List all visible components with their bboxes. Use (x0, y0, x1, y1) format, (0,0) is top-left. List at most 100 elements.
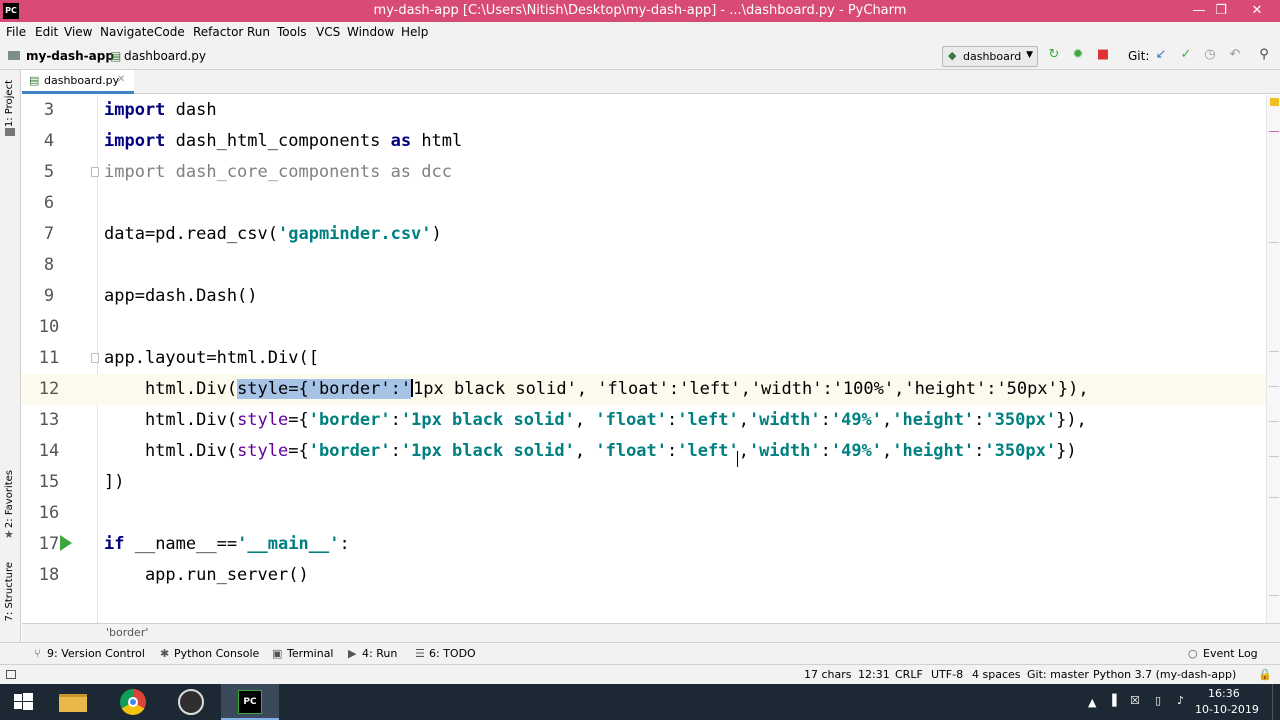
stripe-marker[interactable] (1269, 456, 1279, 457)
run-config-selector[interactable]: ◆ dashboard ▼ (942, 46, 1038, 67)
fold-marker-icon[interactable] (91, 167, 99, 177)
network-icon[interactable]: ▐ (1108, 694, 1116, 707)
status-indent[interactable]: 4 spaces (972, 668, 1021, 681)
tool-python-console[interactable]: Python Console (174, 647, 259, 660)
code-line[interactable]: 9 app=dash.Dash() (22, 281, 1266, 312)
lock-icon[interactable]: 🔒 (1258, 668, 1272, 681)
code-token: : (820, 441, 831, 461)
pycharm-taskbar-icon[interactable]: PC (221, 684, 279, 720)
breadcrumb-project[interactable]: my-dash-app (26, 49, 114, 63)
status-git-branch[interactable]: Git: master (1027, 668, 1089, 681)
code-line[interactable]: 14 html.Div(style={'border':'1px black s… (22, 436, 1266, 467)
status-encoding[interactable]: UTF-8 (931, 668, 963, 681)
close-window-button[interactable]: ✕ (1244, 2, 1270, 20)
tray-chevron-icon[interactable]: ▲ (1088, 696, 1096, 709)
menu-code[interactable]: Code (154, 25, 185, 39)
code-line[interactable]: 8 (22, 250, 1266, 281)
run-gutter-icon[interactable] (60, 535, 72, 551)
tool-event-log[interactable]: Event Log (1203, 647, 1258, 660)
git-commit-icon[interactable]: ✓ (1178, 47, 1194, 63)
stop-icon[interactable]: ■ (1095, 47, 1111, 63)
code-text: app.run_server() (104, 565, 309, 585)
code-line[interactable]: 10 (22, 312, 1266, 343)
restore-button[interactable]: ❐ (1208, 2, 1234, 20)
status-bar: 17 chars 12:31 CRLF UTF-8 4 spaces Git: … (0, 664, 1280, 684)
inspection-icon[interactable] (1270, 98, 1279, 106)
tool-version-control[interactable]: 9: Version Control (47, 647, 145, 660)
volume-icon[interactable]: ♪ (1177, 694, 1184, 707)
stripe-marker[interactable] (1269, 421, 1279, 422)
fold-marker-icon[interactable] (91, 353, 99, 363)
tool-todo[interactable]: 6: TODO (429, 647, 476, 660)
file-explorer-icon[interactable] (44, 684, 102, 720)
tool-terminal[interactable]: Terminal (287, 647, 334, 660)
structure-tool-button[interactable]: 7: Structure (4, 562, 15, 621)
code-line[interactable]: 17 if __name__=='__main__': (22, 529, 1266, 560)
show-desktop-button[interactable] (1272, 684, 1280, 720)
menu-edit[interactable]: Edit (35, 25, 58, 39)
menu-run[interactable]: Run (247, 25, 270, 39)
code-text: import dash_core_components as dcc (104, 162, 452, 182)
code-line[interactable]: 5 import dash_core_components as dcc (22, 157, 1266, 188)
code-token: app=dash.Dash() (104, 286, 258, 306)
menu-refactor[interactable]: Refactor (193, 25, 243, 39)
panel-toggle-icon[interactable] (6, 670, 16, 679)
code-token: '350px' (984, 441, 1057, 461)
code-line[interactable]: 16 (22, 498, 1266, 529)
stripe-marker[interactable] (1269, 131, 1279, 132)
status-caret-position[interactable]: 12:31 (858, 668, 890, 681)
close-tab-icon[interactable]: ✕ (117, 74, 125, 85)
menu-tools[interactable]: Tools (277, 25, 307, 39)
stripe-marker[interactable] (1269, 497, 1279, 498)
chrome-icon[interactable] (104, 684, 162, 720)
editor-breadcrumb-hint: 'border' (22, 623, 1280, 642)
code-line[interactable]: 6 (22, 188, 1266, 219)
stripe-marker[interactable] (1269, 351, 1279, 352)
line-number: 4 (43, 131, 55, 151)
stripe-marker[interactable] (1269, 386, 1279, 387)
tab-dashboard-py[interactable]: ▤ dashboard.py ✕ (22, 70, 134, 94)
rerun-icon[interactable]: ↻ (1046, 47, 1062, 63)
code-token: '49%' (830, 410, 883, 430)
clock-time[interactable]: 16:36 (1208, 687, 1240, 700)
code-token: '1px black solid' (400, 410, 575, 430)
code-editor[interactable]: 3 import dash 4 import dash_html_components… (22, 95, 1266, 623)
code-line[interactable]: 13 html.Div(style={'border':'1px black s… (22, 405, 1266, 436)
stripe-marker[interactable] (1269, 595, 1279, 596)
code-token: 'width' (748, 410, 821, 430)
menu-view[interactable]: View (64, 25, 92, 39)
menu-navigate[interactable]: Navigate (100, 25, 154, 39)
breadcrumb-file[interactable]: dashboard.py (124, 49, 206, 63)
status-line-separator[interactable]: CRLF (895, 668, 923, 681)
search-icon[interactable]: ⚲ (1256, 47, 1272, 63)
code-token: data=pd.read_csv( (104, 224, 278, 244)
code-line[interactable]: 4 import dash_html_components as html (22, 126, 1266, 157)
code-line[interactable]: 12 html.Div(style={'border':' 1px black s… (22, 374, 1266, 405)
status-interpreter[interactable]: Python 3.7 (my-dash-app) (1093, 668, 1236, 681)
clock-date[interactable]: 10-10-2019 (1195, 703, 1259, 716)
code-line[interactable]: 3 import dash (22, 95, 1266, 126)
code-line[interactable]: 7 data=pd.read_csv('gapminder.csv') (22, 219, 1266, 250)
code-text: app.layout=html.Div([ (104, 348, 319, 368)
debug-icon[interactable]: ✹ (1070, 47, 1086, 63)
menu-vcs[interactable]: VCS (316, 25, 340, 39)
stripe-marker[interactable] (1269, 242, 1279, 243)
folder-icon (8, 51, 20, 60)
code-token: ]) (104, 472, 125, 492)
battery-icon[interactable]: ▯ (1155, 694, 1161, 707)
code-line[interactable]: 15]) (22, 467, 1266, 498)
git-history-icon[interactable]: ◷ (1202, 47, 1218, 63)
tool-run[interactable]: 4: Run (362, 647, 397, 660)
menu-help[interactable]: Help (401, 25, 428, 39)
obs-icon[interactable] (162, 684, 220, 720)
menu-window[interactable]: Window (347, 25, 394, 39)
tray-app-icon[interactable]: ☒ (1130, 694, 1140, 707)
menu-file[interactable]: File (6, 25, 26, 39)
code-line[interactable]: 18 app.run_server() (22, 560, 1266, 591)
project-tool-button[interactable]: 1: Project (4, 80, 15, 127)
favorites-tool-button[interactable]: 2: Favorites (4, 470, 15, 528)
git-update-icon[interactable]: ↙ (1153, 47, 1169, 63)
code-line[interactable]: 11 app.layout=html.Div([ (22, 343, 1266, 374)
git-rollback-icon[interactable]: ↶ (1227, 47, 1243, 63)
code-token: app.layout=html.Div([ (104, 348, 319, 368)
